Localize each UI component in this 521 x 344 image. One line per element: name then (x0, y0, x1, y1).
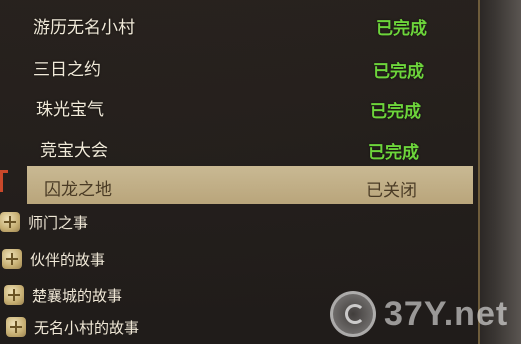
expand-plus-icon[interactable] (0, 212, 20, 232)
selection-marker-icon (0, 170, 8, 192)
quest-row[interactable]: 游历无名小村 已完成 (0, 6, 474, 42)
quest-status: 已关闭 (366, 181, 417, 201)
quest-name: 囚龙之地 (44, 180, 112, 200)
quest-name: 珠光宝气 (36, 100, 104, 120)
quest-name: 游历无名小村 (33, 18, 135, 38)
category-item[interactable]: 师门之事 (0, 209, 88, 235)
quest-row[interactable]: 珠光宝气 已完成 (0, 89, 474, 125)
watermark-text: 37Y.net (384, 294, 509, 333)
category-item[interactable]: 楚襄城的故事 (4, 282, 122, 308)
expand-plus-icon[interactable] (6, 317, 26, 337)
quest-name: 三日之约 (33, 60, 101, 80)
quest-status: 已完成 (370, 102, 421, 122)
category-item[interactable]: 无名小村的故事 (6, 314, 139, 340)
category-label: 师门之事 (28, 213, 89, 232)
quest-row[interactable]: 三日之约 已完成 (0, 49, 474, 85)
category-item[interactable]: 伙伴的故事 (2, 246, 105, 272)
expand-plus-icon[interactable] (4, 285, 24, 305)
watermark: 37Y.net (330, 288, 508, 340)
quest-row[interactable]: 竞宝大会 已完成 (0, 130, 474, 166)
quest-status: 已完成 (373, 62, 424, 82)
quest-status: 已完成 (368, 143, 419, 163)
quest-status: 已完成 (376, 19, 427, 39)
category-label: 伙伴的故事 (30, 250, 106, 269)
quest-row-selected[interactable]: 囚龙之地 已关闭 (27, 166, 473, 204)
category-label: 无名小村的故事 (34, 318, 140, 337)
quest-name: 竞宝大会 (40, 141, 108, 161)
expand-plus-icon[interactable] (2, 249, 22, 269)
category-label: 楚襄城的故事 (32, 286, 123, 305)
watermark-logo-icon (330, 291, 376, 337)
